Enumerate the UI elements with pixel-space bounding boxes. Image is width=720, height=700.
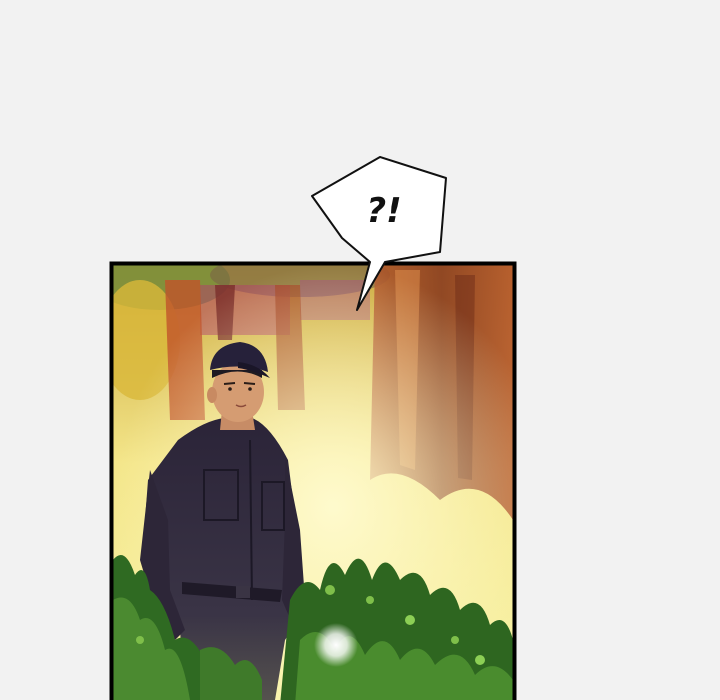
comic-page: ?! <box>109 156 517 700</box>
speech-bubble-text: ?! <box>366 191 401 231</box>
comic-panel <box>113 265 513 700</box>
flashlight-glare <box>314 623 358 667</box>
